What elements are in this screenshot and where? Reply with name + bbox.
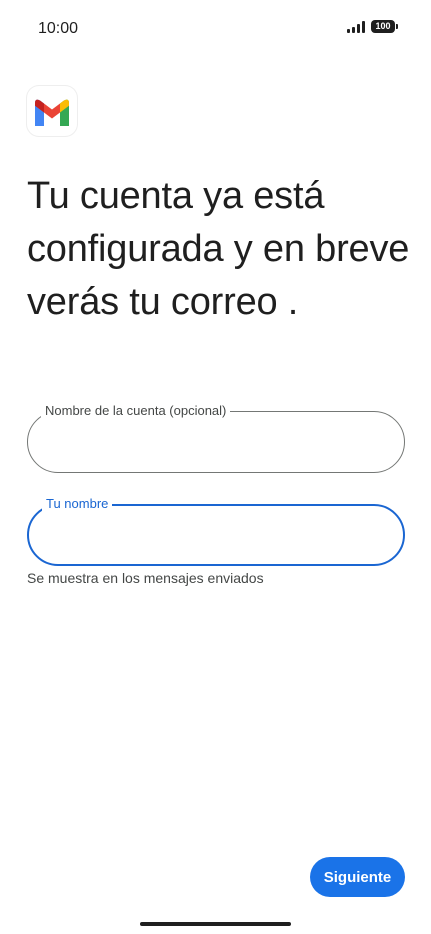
account-setup-screen: 10:00 100 Tu cuenta ya está configurada …: [0, 0, 431, 934]
status-time: 10:00: [38, 20, 79, 37]
your-name-helper-text: Se muestra en los mensajes enviados: [27, 570, 264, 586]
battery-icon: 100: [371, 20, 398, 33]
status-bar: 10:00 100: [0, 0, 431, 58]
page-title: Tu cuenta ya está configurada y en breve…: [27, 175, 410, 323]
signal-icon: [347, 20, 365, 33]
your-name-field[interactable]: Tu nombre: [27, 495, 405, 566]
gmail-icon: [27, 86, 77, 136]
gmail-logo-graphic: [35, 99, 69, 126]
gesture-navigation-bar[interactable]: [140, 922, 291, 926]
your-name-input[interactable]: [46, 506, 386, 564]
account-name-input[interactable]: [46, 412, 386, 472]
account-name-field[interactable]: Nombre de la cuenta (opcional): [27, 402, 405, 473]
next-button[interactable]: Siguiente: [310, 857, 405, 897]
status-icons: 100: [347, 20, 398, 33]
